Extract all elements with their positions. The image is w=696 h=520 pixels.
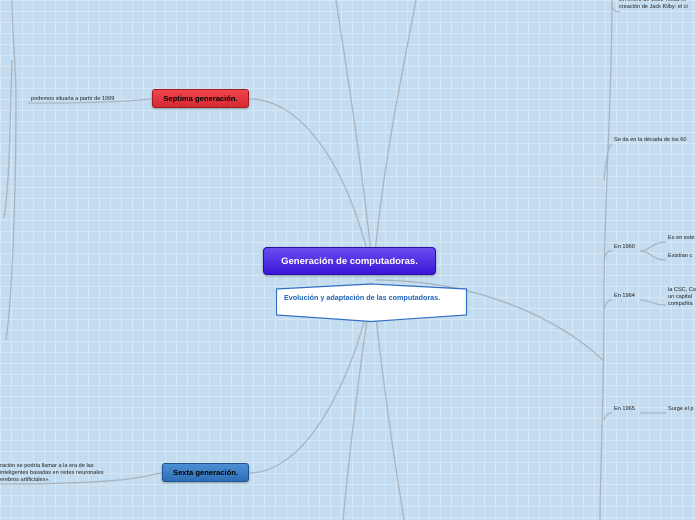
link-central-bottom-left: [342, 299, 371, 520]
link-left-vertical: [5, 0, 17, 341]
central-topic-label: Generación de computadoras.: [281, 255, 418, 267]
note-existian[interactable]: Existían c: [668, 253, 692, 260]
note-septima[interactable]: podemos situarla a partir de 1999: [31, 96, 114, 103]
topic-sexta-generacion[interactable]: Sexta generación.: [162, 463, 249, 482]
link-right-1964: [603, 299, 613, 311]
link-central-septima: [248, 98, 371, 263]
link-central-sexta: [248, 299, 371, 474]
note-surge[interactable]: Surge el p: [668, 406, 694, 413]
note-en-1964[interactable]: En 1964: [614, 293, 635, 300]
central-topic[interactable]: Generación de computadoras.: [263, 247, 436, 275]
link-1964-csc: [639, 299, 667, 306]
link-left-vertical-2: [3, 59, 13, 219]
link-right-vertical: [599, 0, 613, 520]
subtitle-callout[interactable]: Evolución y adaptación de las computador…: [275, 283, 468, 323]
note-csc[interactable]: la CSC, Co un capital compañía: [668, 287, 696, 308]
note-es-en-este[interactable]: Es en este: [668, 235, 694, 242]
link-right-1965: [603, 412, 613, 421]
note-top-right[interactable]: En enero de 1959 Texas In creación de Ja…: [619, 0, 696, 11]
note-decada-60[interactable]: Se da en la década de los 60: [614, 137, 686, 144]
topic-septima-generacion[interactable]: Septima generación.: [152, 89, 249, 108]
topic-septima-label: Septima generación.: [163, 94, 238, 103]
subtitle-text: Evolución y adaptación de las computador…: [284, 293, 441, 302]
link-1960-es: [639, 241, 667, 252]
link-central-bottom-right: [373, 299, 405, 520]
link-central-top-right: [373, 0, 417, 263]
note-sexta[interactable]: ración se podría llamar a la era de las …: [0, 463, 118, 484]
topic-sexta-label: Sexta generación.: [173, 468, 238, 477]
link-1960-existian: [639, 250, 667, 261]
link-central-top-left: [335, 0, 373, 263]
note-en-1960[interactable]: En 1960: [614, 244, 635, 251]
callout-shape: [275, 283, 468, 323]
note-en-1965[interactable]: En 1965: [614, 406, 635, 413]
